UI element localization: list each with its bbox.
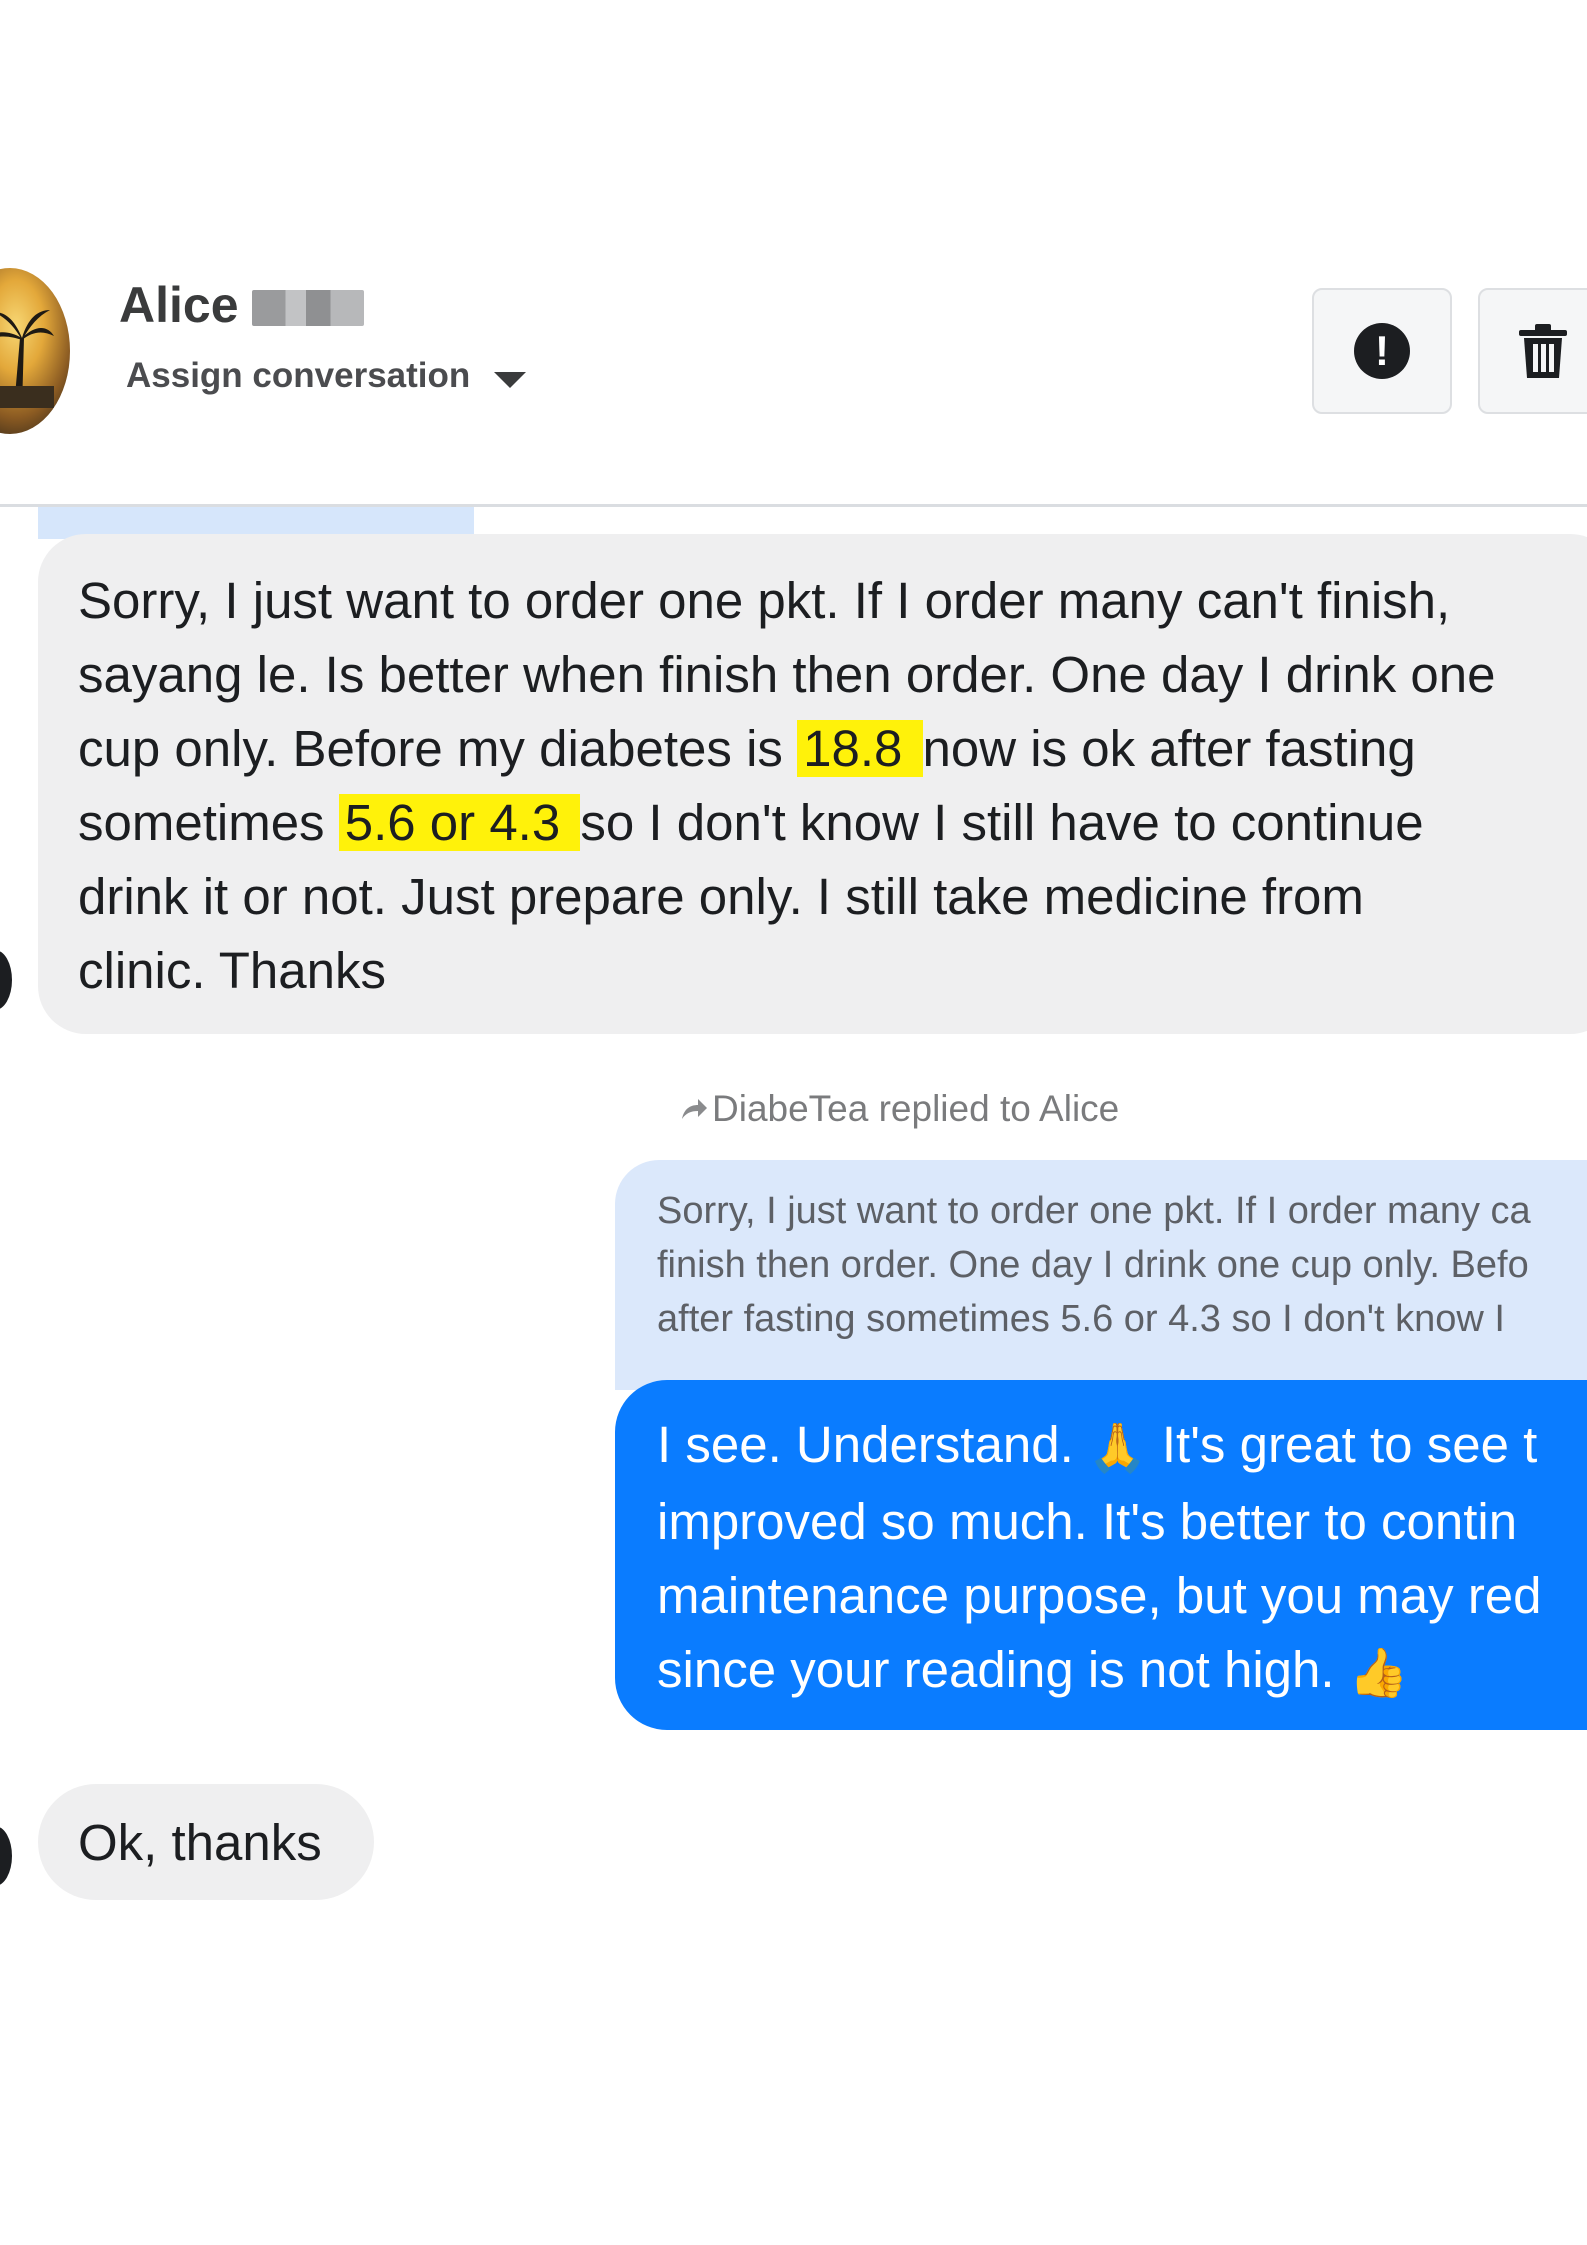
- sender-avatar: [0, 1826, 12, 1886]
- message-line: clinic. Thanks: [78, 942, 387, 999]
- quoted-message[interactable]: Sorry, I just want to order one pkt. If …: [615, 1160, 1587, 1390]
- message-line: Sorry, I just want to order one pkt. If …: [78, 572, 1451, 629]
- message-text: so I don't know I still have to continue: [580, 794, 1424, 851]
- message-line: since your reading is not high. 👍: [657, 1633, 1587, 1710]
- message-text: sometimes: [78, 794, 339, 851]
- message-line: improved so much. It's better to contin: [657, 1493, 1518, 1550]
- message-text: cup only. Before my diabetes is: [78, 720, 798, 777]
- message-line: cup only. Before my diabetes is 18.8 now…: [78, 712, 1587, 786]
- message-text: Ok, thanks: [78, 1814, 322, 1871]
- message-text: since your reading is not high.: [657, 1641, 1349, 1698]
- incoming-message[interactable]: Sorry, I just want to order one pkt. If …: [38, 534, 1587, 1034]
- delete-button[interactable]: [1478, 288, 1587, 414]
- message-line: drink it or not. Just prepare only. I st…: [78, 868, 1364, 925]
- highlighted-reading: 18.8: [797, 720, 923, 777]
- chevron-down-icon: [494, 372, 527, 388]
- alert-circle-icon: !: [1354, 323, 1410, 379]
- message-line: I see. Understand. 🙏 It's great to see t: [657, 1408, 1587, 1485]
- assign-conversation-label: Assign conversation: [126, 356, 471, 395]
- message-line: maintenance purpose, but you may red: [657, 1567, 1542, 1624]
- message-text: now is ok after fasting: [922, 720, 1416, 777]
- quoted-line: finish then order. One day I drink one c…: [657, 1244, 1529, 1286]
- incoming-message[interactable]: Ok, thanks: [38, 1784, 374, 1900]
- contact-name: Alice: [119, 277, 239, 333]
- palm-tree-image: [0, 310, 54, 408]
- message-line: sometimes 5.6 or 4.3 so I don't know I s…: [78, 786, 1587, 860]
- thumbs-up-icon: 👍: [1348, 1645, 1409, 1701]
- message-text: It's great to see t: [1147, 1416, 1538, 1473]
- outgoing-message[interactable]: I see. Understand. 🙏 It's great to see t…: [615, 1380, 1587, 1730]
- quoted-line: after fasting sometimes 5.6 or 4.3 so I …: [657, 1298, 1505, 1340]
- reply-arrow-icon: [682, 1099, 707, 1119]
- quoted-line: Sorry, I just want to order one pkt. If …: [657, 1190, 1531, 1232]
- reply-indicator-text: DiabeTea replied to Alice: [712, 1088, 1120, 1129]
- message-line: sayang le. Is better when finish then or…: [78, 646, 1496, 703]
- contact-avatar[interactable]: [0, 268, 70, 434]
- message-text: I see. Understand.: [657, 1416, 1088, 1473]
- conversation-view: Alice Assign conversation ! Sorry, I jus…: [0, 0, 1587, 2245]
- assign-conversation-dropdown[interactable]: Assign conversation: [126, 356, 527, 396]
- redacted-surname: [252, 290, 364, 326]
- report-button[interactable]: !: [1312, 288, 1452, 414]
- sender-avatar: [0, 950, 12, 1010]
- folded-hands-icon: 🙏: [1087, 1420, 1148, 1476]
- reply-indicator: DiabeTea replied to Alice: [680, 1088, 1119, 1130]
- highlighted-reading: 5.6 or 4.3: [338, 794, 581, 851]
- trash-icon: [1519, 324, 1567, 378]
